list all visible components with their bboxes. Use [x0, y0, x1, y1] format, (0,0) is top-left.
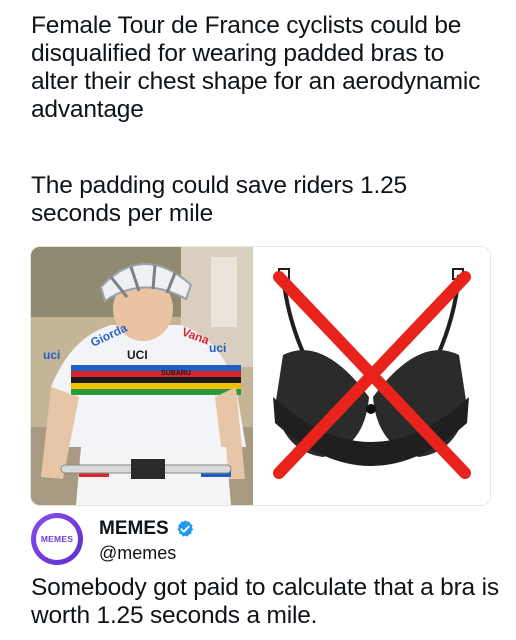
jersey-text-6: SUBARU: [161, 370, 191, 377]
jersey-text-3: uci: [43, 348, 60, 362]
avatar[interactable]: MEMES: [31, 513, 83, 565]
quoted-account[interactable]: MEMES MEMES @memes: [31, 513, 471, 565]
bra-image[interactable]: [253, 247, 490, 505]
avatar-text: MEMES: [36, 518, 78, 560]
post-subline: The padding could save riders 1.25 secon…: [31, 172, 407, 227]
media-card[interactable]: Giorda Vana uci uci UCI SUBARU: [30, 246, 491, 506]
cyclist-photo[interactable]: Giorda Vana uci uci UCI SUBARU: [31, 247, 253, 505]
handle[interactable]: @memes: [99, 543, 176, 564]
display-name[interactable]: MEMES: [99, 518, 169, 540]
post-headline: Female Tour de France cyclists could be …: [31, 12, 481, 123]
name-row: MEMES: [99, 518, 195, 540]
jersey-text-5: UCI: [127, 348, 148, 362]
post-caption: Somebody got paid to calculate that a br…: [31, 574, 499, 629]
verified-badge-icon: [177, 520, 193, 537]
jersey-text-4: uci: [209, 341, 226, 355]
